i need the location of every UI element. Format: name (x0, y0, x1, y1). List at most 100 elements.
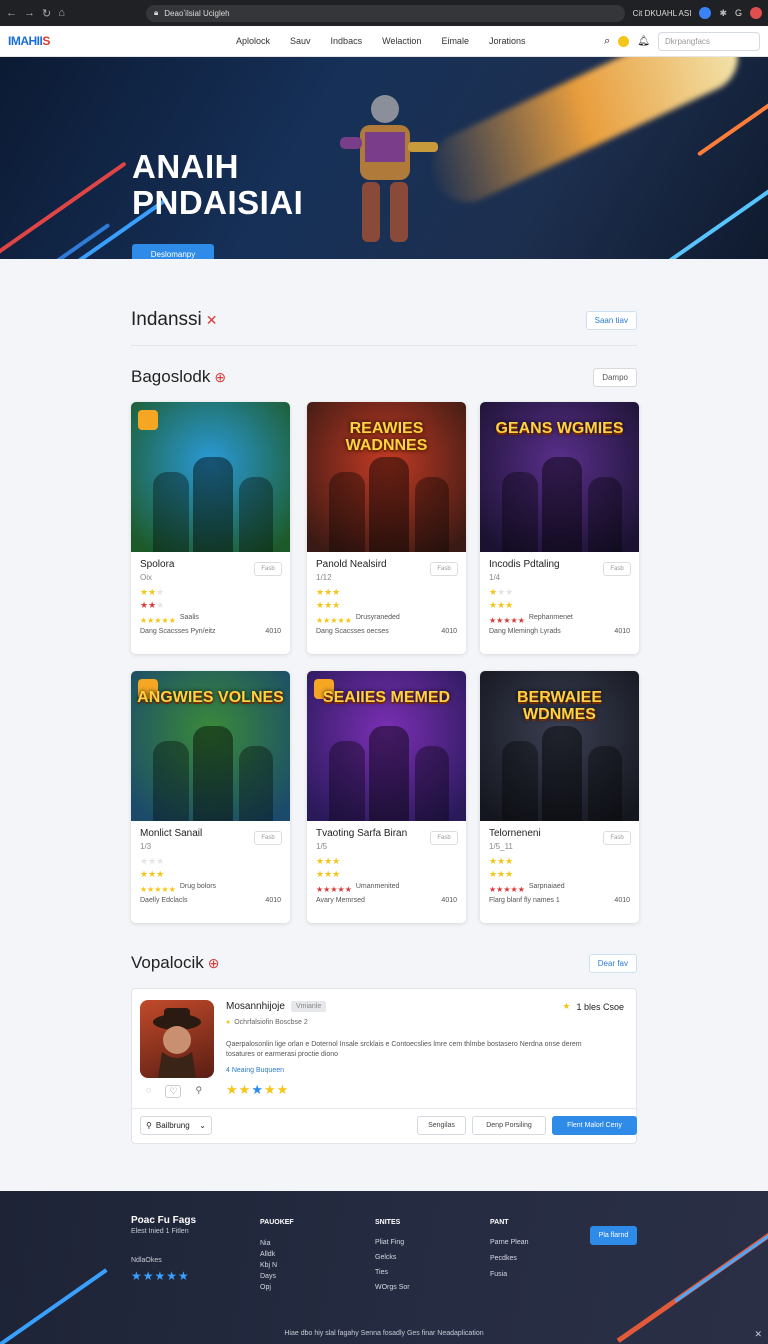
footer-col-2: SNITES Pliat Fing Gelcks Ties WOrgs Sor (375, 1215, 410, 1295)
game-card-tag[interactable]: Fasb (254, 562, 282, 576)
game-card-meta-label: Umanmenited (355, 883, 400, 890)
footer-link[interactable]: Gelcks (375, 1250, 410, 1265)
character-figure (415, 746, 449, 821)
reviewer-chip: Vmianle (290, 1001, 327, 1012)
menu-item-3[interactable]: Indbacs (331, 36, 363, 46)
extension-blue-icon[interactable] (699, 7, 712, 19)
star-icon: ★ (489, 600, 498, 610)
game-card-count: 4010 (614, 897, 630, 904)
see-all-button[interactable]: Saan tiav (585, 310, 637, 330)
menu-item-5[interactable]: Eimale (441, 36, 469, 46)
footer-link[interactable]: Parne Plean (490, 1235, 529, 1251)
sort-dropdown[interactable]: ⚲ Bailbrung ⌄ (140, 1116, 212, 1135)
pin-icon[interactable]: ⚲ (195, 1085, 202, 1098)
footer-link[interactable]: Pliat Fing (375, 1235, 410, 1250)
game-card[interactable]: ANGWIES VOLNES Monlict Sanail Fasb 1/3 ★… (131, 671, 290, 923)
footer-link[interactable]: Nia (260, 1238, 294, 1249)
menu-item-6[interactable]: Jorations (489, 36, 526, 46)
game-card[interactable]: GEANS WGMIES Incodis Pdtaling Fasb 1/4 ★… (480, 402, 639, 654)
footer-col-1: PAUOKEF Nia Alldk Kbj N Days Opj (260, 1215, 294, 1293)
star-icon: ★ (324, 856, 333, 866)
puzzle-icon[interactable]: ✱ (719, 8, 727, 19)
review-button-1[interactable]: Sengilas (417, 1116, 466, 1135)
star-blue: ★ (251, 1082, 264, 1097)
game-card-tag[interactable]: Fasb (603, 831, 631, 845)
footer-link[interactable]: Opj (260, 1282, 294, 1293)
back-icon[interactable]: ← (6, 7, 17, 20)
star-icon: ★ (562, 1001, 571, 1011)
main-menu: Aplolock Sauv Indbacs Welaction Eimale J… (236, 36, 525, 46)
section-title: Vopalocik ⊕ (131, 953, 220, 973)
character-figure (193, 726, 233, 821)
hero-banner: ANAIH PNDAISIAI Deslomanpy (0, 57, 768, 259)
forward-icon[interactable]: → (24, 7, 35, 20)
character-figure (542, 457, 582, 552)
game-card-meta: ★★★★★ Umanmenited (316, 883, 457, 896)
star-icon: ★ (497, 587, 506, 597)
character-figure (502, 741, 538, 821)
game-card-footer-center: oecses (366, 628, 389, 635)
stars-row-1: ★★★ (489, 855, 630, 868)
game-card-art-title: REAWIES WADNNES (345, 420, 428, 454)
review-card: ◌ ♡ ⚲ Mosannhijoje Vmianle ★ 1 bles Csoe… (131, 988, 637, 1144)
footer-link[interactable]: Pecdkes (490, 1251, 529, 1267)
site-logo[interactable]: IMAHIIS (8, 34, 208, 48)
game-card-art-title: ANGWIES VOLNES (137, 689, 284, 706)
game-card[interactable]: SEAIIES MEMED Tvaoting Sarfa Biran Fasb … (307, 671, 466, 923)
review-button-primary[interactable]: Flent Malorl Ceny (552, 1116, 637, 1135)
review-link[interactable]: 4 Neaing Buqueen (226, 1067, 284, 1074)
shield-icon[interactable]: ♡ (165, 1085, 182, 1098)
footer-link[interactable]: Fusia (490, 1267, 529, 1283)
search-input[interactable]: Dkrpangfacs (658, 31, 760, 51)
game-card-meta: ★★★★★ Drusyraneded (316, 614, 457, 627)
game-card-tag[interactable]: Fasb (254, 831, 282, 845)
footer-link[interactable]: Days (260, 1271, 294, 1282)
game-card-art-title: GEANS WGMIES (495, 420, 624, 437)
game-card-body: Panold Nealsird Fasb 1/12 ★★★ ★★★ ★★★★★ … (307, 552, 466, 642)
footer-cta-button[interactable]: Pla flarnd (590, 1226, 637, 1245)
game-card[interactable]: REAWIES WADNNES Panold Nealsird Fasb 1/1… (307, 402, 466, 654)
game-card-footer-left: Daelly Edclacls (140, 897, 188, 904)
game-card-tag[interactable]: Fasb (603, 562, 631, 576)
star-icon: ★ (140, 600, 149, 610)
review-button-2[interactable]: Denp Porsiling (472, 1116, 546, 1135)
menu-item-2[interactable]: Sauv (290, 36, 311, 46)
game-card-tag[interactable]: Fasb (430, 562, 458, 576)
footer-link[interactable]: Ties (375, 1265, 410, 1280)
menu-item-4[interactable]: Welaction (382, 36, 421, 46)
site-footer: Poac Fu Fags Elest Inied 1 Fitlen NdlaOk… (0, 1191, 768, 1344)
coin-icon[interactable] (618, 35, 630, 47)
reload-icon[interactable]: ↻ (42, 7, 51, 20)
address-bar[interactable]: 🔒︎ Deaoʼilsial Ucigleh (146, 4, 625, 22)
hero-cta-button[interactable]: Deslomanpy (132, 244, 214, 259)
character-figure (239, 746, 273, 821)
game-card-meta-label: Drusyraneded (355, 614, 400, 621)
menu-item-1[interactable]: Aplolock (236, 36, 270, 46)
game-card-tag[interactable]: Fasb (430, 831, 458, 845)
footer-link[interactable]: WOrgs Sor (375, 1280, 410, 1295)
footer-bottom-text: Hiae dbo hiy slal fagahy Senna fosadly G… (284, 1330, 484, 1337)
profile-label[interactable]: Cit DKUAHL ASI (633, 9, 692, 18)
review-avatar-actions: ◌ ♡ ⚲ (146, 1085, 202, 1098)
footer-link[interactable]: Alldk (260, 1249, 294, 1260)
game-card[interactable]: BERWAIEE WDNMES Telorneneni Fasb 1/5_11 … (480, 671, 639, 923)
bell-icon[interactable]: 🔔︎ (637, 36, 650, 47)
search-icon[interactable]: ⌕ (604, 35, 610, 48)
filter-button[interactable]: Dampo (593, 367, 637, 387)
game-card-footer-left: Dang Scacsses (316, 628, 365, 635)
footer-col-3: PANT Parne Plean Pecdkes Fusia (490, 1215, 529, 1283)
home-icon[interactable]: ⌂ (58, 7, 65, 20)
game-card-art: SEAIIES MEMED (307, 671, 466, 821)
game-card-meta: ★★★★★ Rephanmenet (489, 614, 630, 627)
star-icon: ★ (316, 587, 325, 597)
reviewer-name[interactable]: Mosannhijoje (226, 1001, 285, 1012)
game-card-count: 4010 (441, 628, 457, 635)
game-card-body: Monlict Sanail Fasb 1/3 ★★★ ★★★ ★★★★★ Dr… (131, 821, 290, 911)
footer-link[interactable]: Kbj N (260, 1260, 294, 1271)
see-more-button[interactable]: Dear fav (588, 953, 637, 973)
close-icon[interactable]: ✕ (754, 1329, 762, 1340)
game-card[interactable]: Spolora Fasb Oix ★★★ ★★★ ★★★★★ Saalis Da… (131, 402, 290, 654)
avatar-icon[interactable] (750, 7, 762, 19)
like-icon[interactable]: ◌ (146, 1085, 151, 1098)
google-icon[interactable]: G (735, 8, 742, 18)
